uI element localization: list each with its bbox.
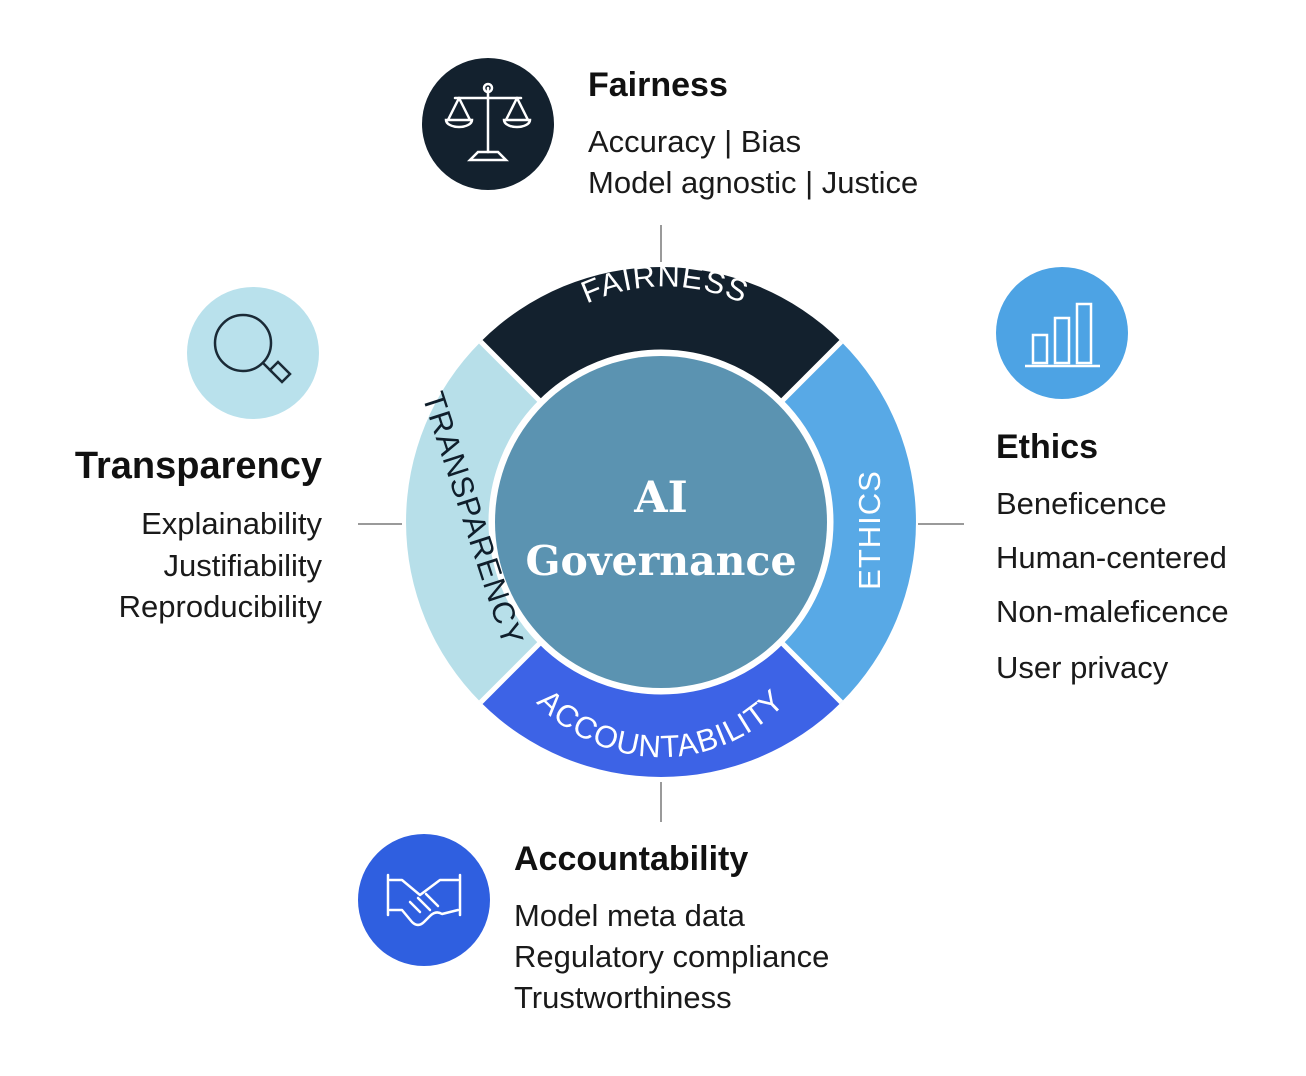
accountability-icon-circle — [358, 834, 490, 966]
accountability-item-2: Regulatory compliance — [514, 939, 829, 974]
ethics-item-1: Beneficence — [996, 486, 1167, 521]
accountability-item-1: Model meta data — [514, 898, 746, 933]
ring-label-ethics: ETHICS — [852, 470, 887, 590]
ethics-item-3: Non-maleficence — [996, 594, 1229, 629]
center-title-line2: Governance — [525, 537, 796, 585]
fairness-item-2: Model agnostic | Justice — [588, 165, 918, 200]
ethics-pillar: Ethics Beneficence Human-centered Non-ma… — [996, 267, 1229, 685]
transparency-item-1: Explainability — [141, 506, 322, 541]
center-title-line1: AI — [633, 473, 687, 523]
transparency-item-3: Reproducibility — [119, 589, 323, 624]
fairness-title: Fairness — [588, 66, 728, 104]
transparency-icon-circle — [187, 287, 319, 419]
accountability-item-3: Trustworthiness — [514, 980, 732, 1015]
ethics-item-4: User privacy — [996, 650, 1169, 685]
ethics-title: Ethics — [996, 428, 1098, 466]
transparency-pillar: Transparency Explainability Justifiabili… — [75, 287, 323, 624]
fairness-item-1: Accuracy | Bias — [588, 124, 801, 159]
ai-governance-diagram: AI Governance FAIRNESS ACCOUNTABILITY ET… — [75, 58, 1229, 1015]
transparency-title: Transparency — [75, 445, 322, 487]
transparency-item-2: Justifiability — [164, 548, 323, 583]
fairness-pillar: Fairness Accuracy | Bias Model agnostic … — [422, 58, 918, 200]
ethics-icon-circle — [996, 267, 1128, 399]
accountability-pillar: Accountability Model meta data Regulator… — [358, 834, 829, 1015]
ethics-item-2: Human-centered — [996, 540, 1227, 575]
accountability-title: Accountability — [514, 840, 748, 878]
